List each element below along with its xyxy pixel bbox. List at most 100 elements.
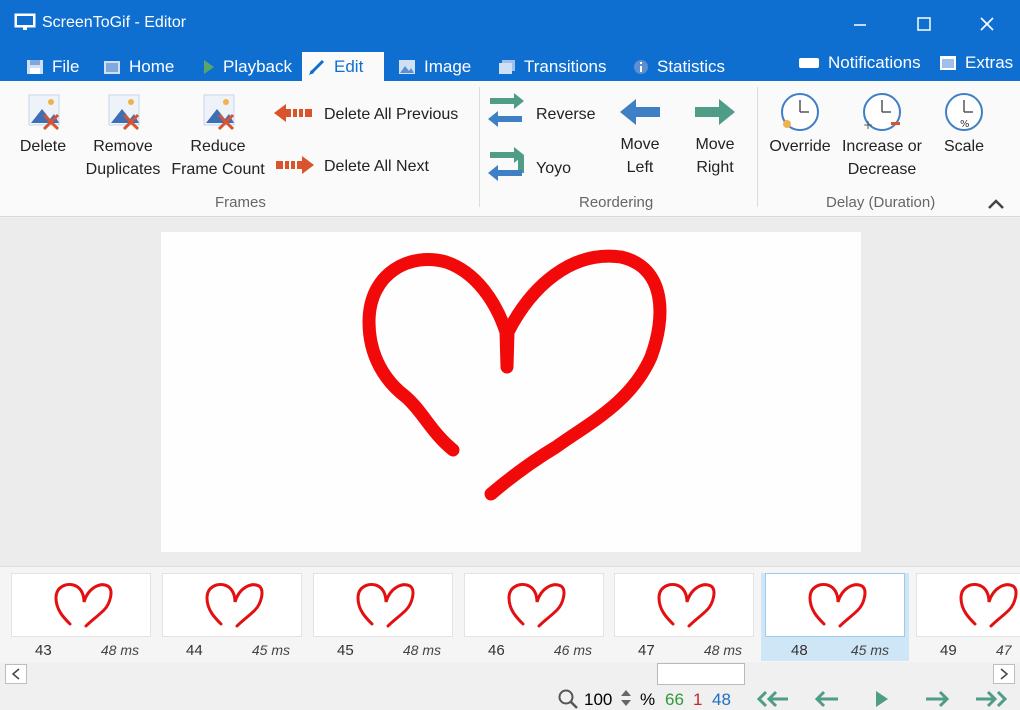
maximize-button[interactable] [909, 10, 939, 38]
tab-label: Home [129, 56, 175, 76]
extras-button[interactable]: Extras [933, 48, 1019, 77]
chevron-right-icon [1000, 668, 1009, 680]
frame-item[interactable]: 49 47 [916, 573, 1020, 661]
maximize-icon [917, 17, 931, 31]
reduce-label-line1: Reduce [190, 138, 246, 155]
move-left-button[interactable]: Move Left [612, 95, 668, 179]
app-monitor-icon [14, 13, 36, 30]
ribbon-tabs: File Home Playback Edit Image Transition… [0, 48, 1020, 81]
collapse-ribbon-button[interactable] [985, 195, 1007, 213]
heart-thumbnail [507, 583, 566, 628]
scroll-left-button[interactable] [5, 664, 27, 684]
frame-thumbnail [614, 573, 754, 637]
frame-canvas[interactable] [161, 232, 861, 552]
zoom-search-icon [558, 689, 578, 709]
scale-delay-button[interactable]: % Scale [936, 91, 992, 158]
notification-icon [799, 57, 819, 68]
frame-delay: 45 ms [850, 642, 889, 658]
delete-label: Delete [19, 138, 67, 155]
zoom-value[interactable]: 100 [584, 690, 612, 710]
clock-increase-decrease-icon: + [863, 93, 901, 132]
heart-thumbnail [959, 583, 1018, 628]
frames-scrollbar[interactable] [0, 662, 1020, 686]
increase-decrease-delay-button[interactable]: + Increase or Decrease [838, 91, 926, 181]
frame-item[interactable]: 43 48 ms [11, 573, 151, 661]
delete-next-icon [276, 156, 314, 174]
frame-number: 46 [488, 642, 505, 659]
zoom-unit: % [640, 690, 656, 709]
frame-item-selected[interactable]: 48 45 ms [761, 573, 909, 661]
tab-file[interactable]: File [20, 52, 85, 81]
delete-all-next-button[interactable]: Delete All Next [272, 155, 472, 178]
yoyo-label: Yoyo [536, 160, 571, 177]
heart-thumbnail [205, 583, 264, 628]
frames-strip: 43 48 ms 44 45 ms 45 48 ms 46 46 ms 47 4… [0, 566, 1020, 662]
delete-frame-icon [28, 94, 60, 131]
heart-drawing [362, 249, 667, 501]
remove-duplicates-icon [108, 94, 140, 131]
frame-thumbnail [765, 573, 905, 637]
play-icon [204, 59, 214, 74]
first-frame-icon[interactable] [756, 690, 790, 708]
tab-home[interactable]: Home [97, 52, 180, 81]
zoom-stepper-icon[interactable] [620, 689, 632, 707]
last-frame-icon[interactable] [974, 690, 1008, 708]
tab-label: Transitions [524, 56, 607, 76]
frame-number: 49 [940, 642, 957, 659]
frame-thumbnail [11, 573, 151, 637]
yoyo-button[interactable]: Yoyo [484, 145, 604, 181]
tab-transitions[interactable]: Transitions [492, 52, 613, 81]
reverse-icon [488, 93, 524, 127]
close-button[interactable] [972, 10, 1002, 38]
tab-label: File [52, 56, 80, 76]
frame-item[interactable]: 45 48 ms [313, 573, 453, 661]
reverse-button[interactable]: Reverse [484, 91, 604, 127]
tab-statistics[interactable]: Statistics [627, 52, 731, 81]
frame-delay: 45 ms [251, 642, 290, 658]
group-separator [757, 87, 758, 207]
frame-delay: 48 ms [402, 642, 441, 658]
frame-item[interactable]: 44 45 ms [162, 573, 302, 661]
transitions-icon [499, 59, 515, 74]
play-icon[interactable] [874, 690, 890, 708]
frame-delay: 46 ms [553, 642, 592, 658]
notifications-button[interactable]: Notifications [792, 48, 927, 77]
chevron-up-icon [988, 199, 1004, 209]
move-right-line1: Move [695, 136, 735, 153]
delay-group-label: Delay (Duration) [826, 194, 936, 211]
move-right-line2: Right [696, 159, 734, 176]
floppy-icon [27, 59, 43, 74]
override-label: Override [769, 138, 831, 155]
frame-item[interactable]: 47 48 ms [614, 573, 754, 661]
scroll-right-button[interactable] [993, 664, 1015, 684]
window-title: ScreenToGif - Editor [42, 14, 187, 31]
frame-count: 66 [665, 690, 684, 709]
tab-edit[interactable]: Edit [302, 52, 384, 81]
editor-window: ScreenToGif - Editor File Home Playback … [0, 0, 1020, 710]
heart-thumbnail [657, 583, 716, 628]
reduce-frame-count-button[interactable]: Reduce Frame Count [167, 91, 269, 181]
title-bar: ScreenToGif - Editor [0, 0, 1020, 48]
close-icon [980, 17, 994, 31]
tab-label: Playback [223, 56, 292, 76]
remove-label-line1: Remove [93, 138, 153, 155]
delete-previous-label: Delete All Previous [324, 106, 459, 123]
delete-button[interactable]: Delete [14, 91, 72, 158]
frame-item[interactable]: 46 46 ms [464, 573, 604, 661]
tab-playback[interactable]: Playback [197, 52, 298, 81]
override-delay-button[interactable]: Override [764, 91, 836, 158]
remove-duplicates-button[interactable]: Remove Duplicates [83, 91, 163, 181]
scrollbar-thumb[interactable] [657, 663, 745, 685]
delete-all-previous-button[interactable]: Delete All Previous [272, 103, 472, 126]
previous-frame-icon[interactable] [814, 690, 840, 708]
next-frame-icon[interactable] [924, 690, 950, 708]
home-icon [104, 60, 120, 74]
reverse-label: Reverse [536, 106, 596, 123]
minimize-button[interactable] [845, 10, 875, 38]
move-right-button[interactable]: Move Right [687, 95, 743, 179]
tab-image[interactable]: Image [392, 52, 477, 81]
clock-scale-icon: % [945, 93, 983, 131]
current-frame: 48 [712, 690, 731, 709]
tab-label: Edit [334, 56, 364, 76]
yoyo-icon [488, 147, 524, 181]
